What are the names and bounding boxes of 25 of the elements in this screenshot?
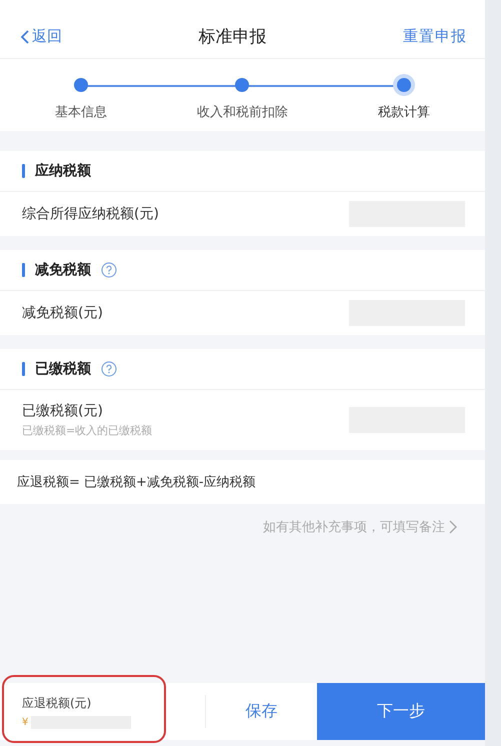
refund-label: 应退税额(元) xyxy=(22,694,92,712)
reset-link[interactable]: 重置申报 xyxy=(403,27,467,46)
currency-symbol: ¥ xyxy=(22,716,28,728)
page-title: 标准申报 xyxy=(198,26,266,48)
help-icon[interactable] xyxy=(101,361,117,377)
note-link[interactable]: 如有其他补充事项，可填写备注 xyxy=(263,518,457,536)
chevron-icon xyxy=(449,520,457,534)
step-label[interactable]: 税款计算 xyxy=(378,103,430,121)
section-marker xyxy=(22,362,25,376)
step-label[interactable]: 基本信息 xyxy=(54,103,107,121)
section-title: 已缴税额 xyxy=(35,360,91,378)
field-label: 综合所得应纳税额(元) xyxy=(22,205,159,223)
formula-text: 应退税额= 已缴税额+减免税额-应纳税额 xyxy=(0,460,485,504)
section-title: 减免税额 xyxy=(35,261,91,279)
back-icon xyxy=(20,28,30,44)
section-marker xyxy=(22,263,25,277)
section-title: 应纳税额 xyxy=(35,162,91,180)
section-marker xyxy=(22,164,25,178)
field-label: 减免税额(元) xyxy=(22,304,103,322)
help-icon[interactable] xyxy=(101,262,117,278)
field-label: 已缴税额(元) xyxy=(22,402,104,420)
step-label[interactable]: 收入和税前扣除 xyxy=(196,103,288,121)
next-button[interactable]: 下一步 xyxy=(317,683,485,740)
back-link[interactable]: 返回 xyxy=(20,27,62,46)
field-hint: 已缴税额=收入的已缴税额 xyxy=(22,423,152,438)
